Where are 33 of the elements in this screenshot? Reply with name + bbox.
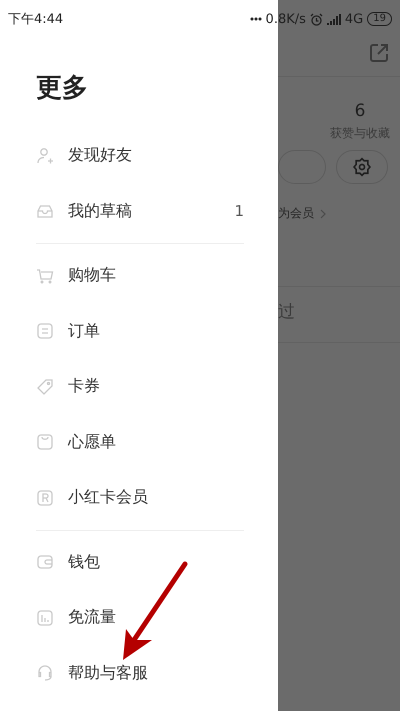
cart-icon bbox=[36, 266, 54, 285]
menu-item[interactable]: 我的草稿 1 bbox=[36, 184, 244, 239]
add-person-icon bbox=[36, 146, 54, 165]
alarm-icon bbox=[310, 12, 323, 26]
menu-item[interactable]: 钱包 bbox=[36, 534, 244, 590]
profile-button[interactable] bbox=[278, 150, 326, 184]
share-icon[interactable] bbox=[368, 42, 390, 64]
menu-item[interactable]: 心愿单 bbox=[36, 414, 244, 470]
wallet-icon bbox=[36, 553, 54, 572]
network-type: 4G bbox=[344, 12, 364, 26]
menu-item[interactable]: 免流量 bbox=[36, 590, 244, 646]
settings-icon bbox=[352, 157, 372, 177]
draft-count: 1 bbox=[234, 202, 244, 220]
order-icon bbox=[36, 322, 54, 340]
signal-icon bbox=[326, 14, 341, 24]
tag-icon bbox=[36, 378, 54, 396]
stat-count: 6 bbox=[354, 101, 366, 121]
settings-button[interactable] bbox=[336, 150, 388, 184]
menu-item[interactable]: 购物车 bbox=[36, 248, 244, 304]
chevron-icon bbox=[320, 208, 326, 218]
menu-item[interactable]: 发现好友 bbox=[36, 128, 244, 184]
menu-item[interactable]: 帮助与客服 bbox=[36, 646, 244, 701]
menu-item[interactable]: 小红卡会员 bbox=[36, 470, 244, 526]
menu-item[interactable]: 订单 bbox=[36, 304, 244, 359]
headset-icon bbox=[36, 664, 54, 682]
r-card-icon bbox=[36, 488, 54, 507]
status-time: 下午4:44 bbox=[8, 11, 64, 28]
menu-item[interactable]: 卡券 bbox=[36, 359, 244, 414]
battery-level: 19 bbox=[367, 12, 392, 26]
data-icon bbox=[36, 608, 54, 627]
drawer-title: 更多 bbox=[36, 72, 89, 105]
dots-icon bbox=[250, 17, 262, 21]
bag-icon bbox=[36, 433, 54, 452]
